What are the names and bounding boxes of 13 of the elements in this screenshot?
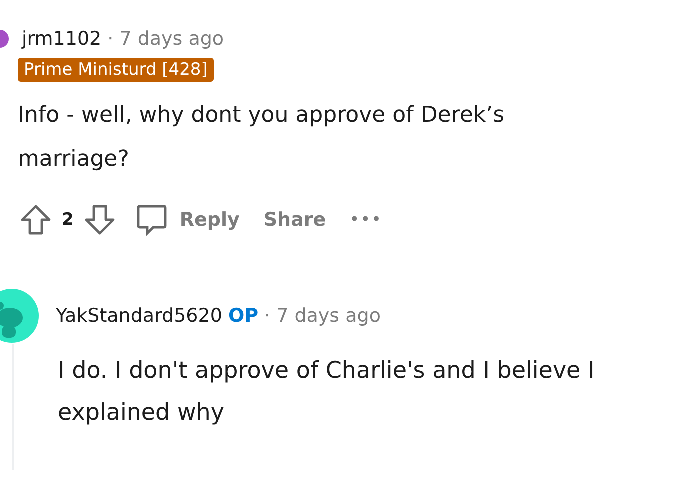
user-flair: Prime Ministurd [428] xyxy=(18,58,214,82)
more-button[interactable]: ••• xyxy=(342,208,392,232)
vote-count: 2 xyxy=(62,210,74,230)
share-button[interactable]: Share xyxy=(256,205,334,235)
username[interactable]: YakStandard5620 xyxy=(56,305,222,327)
comment-text: I do. I don't approve of Charlie's and I believe I explained why xyxy=(58,357,596,428)
comment-text: Info - well, why dont you approve of Derek’s marriage? xyxy=(18,102,506,174)
username[interactable]: jrm1102 xyxy=(22,28,102,50)
op-tag: OP xyxy=(228,305,259,327)
avatar-icon[interactable] xyxy=(0,288,42,344)
timestamp: · 7 days ago xyxy=(264,305,381,327)
timestamp: · 7 days ago xyxy=(108,28,224,50)
reply-button[interactable]: Reply xyxy=(126,198,248,242)
